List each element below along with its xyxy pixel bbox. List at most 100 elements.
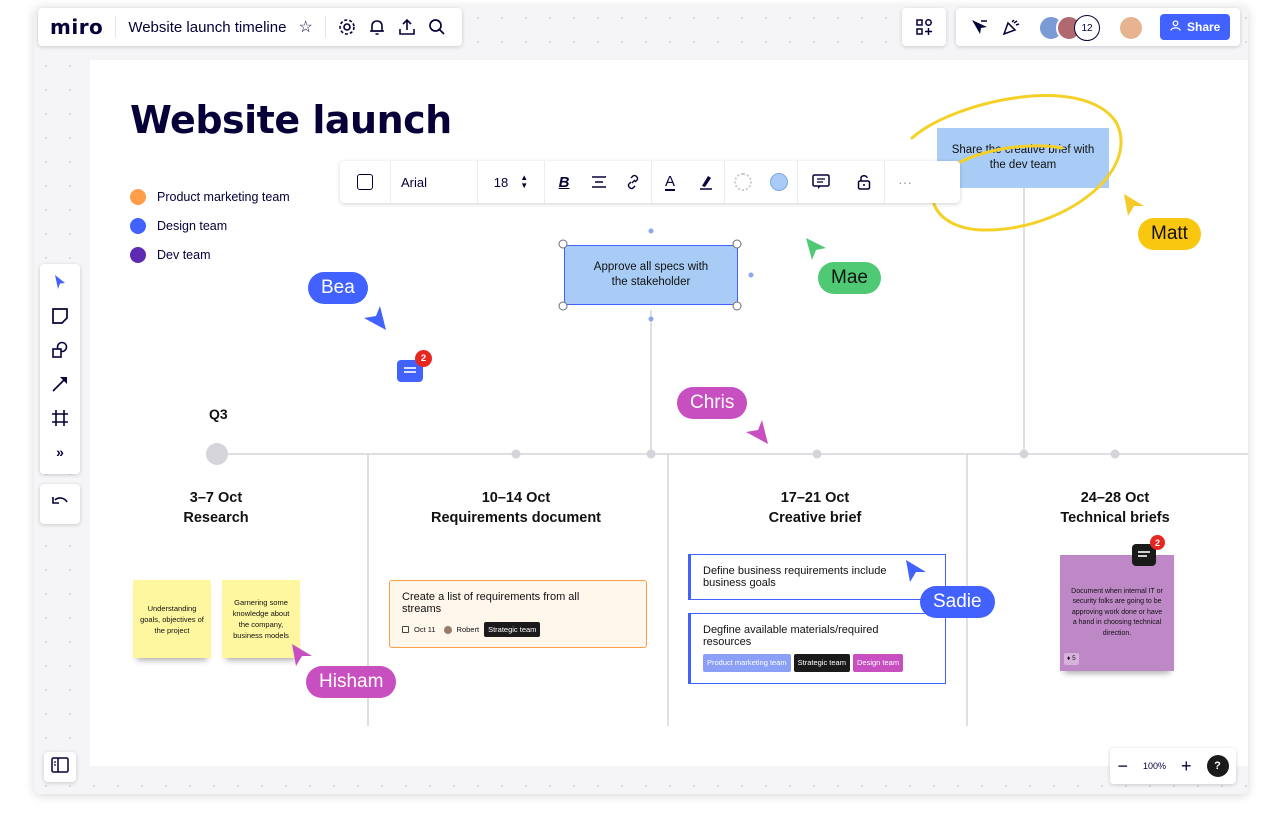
column-date: 17–21 Oct <box>780 490 850 506</box>
font-select[interactable]: Arial <box>391 161 477 203</box>
upload-icon[interactable] <box>398 18 416 36</box>
cursor-arrow-icon <box>746 420 768 444</box>
cursor-label-matt: Matt <box>1138 218 1201 250</box>
celebrate-icon[interactable] <box>1002 18 1020 36</box>
cursor-arrow-icon <box>806 238 826 260</box>
sticky-note[interactable]: Understanding goals, objectives of the p… <box>133 580 211 658</box>
zoom-level[interactable]: 100% <box>1143 761 1166 771</box>
card-assignee: Robert <box>456 625 480 634</box>
more-options-icon[interactable]: ··· <box>885 161 925 203</box>
sticky-text: Document when internal IT or security fo… <box>1071 587 1163 637</box>
sticky-note[interactable]: Garnering some knowledge about the compa… <box>222 580 300 658</box>
reaction-count: 5 <box>1072 654 1076 662</box>
card-tag: Design team <box>852 654 904 672</box>
card-text: Degfine available materials/required res… <box>703 624 879 648</box>
shapes-tool-icon[interactable] <box>48 338 72 362</box>
share-label: Share <box>1187 20 1221 34</box>
fill-color-icon[interactable] <box>761 161 797 203</box>
cursor-filter-icon[interactable] <box>970 18 988 36</box>
selection-handles[interactable] <box>552 220 762 330</box>
requirements-card[interactable]: Create a list of requirements from all s… <box>389 580 647 648</box>
bell-icon[interactable] <box>368 18 386 36</box>
highlight-icon[interactable] <box>688 161 724 203</box>
top-left-toolbar: miro Website launch timeline ☆ <box>38 8 462 46</box>
column-date: 24–28 Oct <box>1080 490 1150 506</box>
square-icon <box>357 174 373 190</box>
frame-tool-icon[interactable] <box>48 406 72 430</box>
apps-toolbar <box>902 8 946 46</box>
lock-icon[interactable] <box>844 161 884 203</box>
card-tag: Strategic team <box>793 654 850 672</box>
connector-tool-icon[interactable] <box>48 372 72 396</box>
zoom-out-icon[interactable]: − <box>1117 756 1128 777</box>
sticky-note-tool-icon[interactable] <box>48 304 72 328</box>
share-button[interactable]: Share <box>1160 14 1231 40</box>
miro-board-window: Website launch Product marketing team De… <box>34 6 1248 794</box>
cursor-label-bea: Bea <box>308 272 368 304</box>
cursor-label-chris: Chris <box>677 387 748 419</box>
zoom-controls: − 100% + ? <box>1110 748 1236 784</box>
column-title: Creative brief <box>768 510 862 526</box>
comment-badge: 2 <box>1150 535 1165 550</box>
card-tag: Product marketing team <box>703 654 791 672</box>
font-size-stepper[interactable]: 18 ▲ ▼ <box>478 161 544 203</box>
comment-icon[interactable]: 2 <box>1132 535 1165 566</box>
cursor-arrow-icon <box>1124 194 1144 216</box>
card-tag: Strategic team <box>484 622 541 637</box>
undo-icon <box>51 495 69 514</box>
bold-icon[interactable]: B <box>545 161 583 203</box>
tech-sticky-note[interactable]: Document when internal IT or security fo… <box>1060 555 1174 671</box>
miro-logo[interactable]: miro <box>50 15 103 39</box>
link-icon[interactable] <box>615 161 651 203</box>
more-tools-icon[interactable]: » <box>48 440 72 464</box>
shape-type-button[interactable] <box>340 161 390 203</box>
panel-toggle-button[interactable] <box>44 752 76 782</box>
quarter-label: Q3 <box>209 406 228 422</box>
cursor-label-mae: Mae <box>818 262 881 294</box>
board-title[interactable]: Website launch timeline <box>128 19 286 36</box>
apps-icon[interactable] <box>915 18 933 36</box>
text-color-icon[interactable]: A <box>652 161 688 203</box>
border-style-icon[interactable] <box>725 161 761 203</box>
zoom-in-icon[interactable]: + <box>1181 756 1192 777</box>
undo-button[interactable] <box>40 484 80 524</box>
card-meta: Oct 11 Robert Strategic team <box>402 622 634 637</box>
column-title: Research <box>183 510 249 526</box>
calendar-icon <box>402 626 409 633</box>
settings-icon[interactable] <box>338 18 356 36</box>
card-text: Define business requirements include bus… <box>703 565 887 589</box>
comment-add-icon[interactable] <box>798 161 844 203</box>
stepper-arrows-icon: ▲ ▼ <box>520 173 529 190</box>
column-date: 3–7 Oct <box>189 490 243 506</box>
cursor-label-sadie: Sadie <box>920 586 995 618</box>
search-icon[interactable] <box>428 18 446 36</box>
align-icon[interactable] <box>583 161 615 203</box>
card-text: Create a list of requirements from all s… <box>402 591 580 615</box>
column-header-creative: 17–21 Oct Creative brief <box>665 488 965 528</box>
creative-card[interactable]: Degfine available materials/required res… <box>688 613 946 684</box>
comment-icon[interactable]: 2 <box>397 350 432 382</box>
left-toolbar: » <box>40 264 80 474</box>
column-title: Technical briefs <box>1060 510 1170 526</box>
cursor-arrow-icon <box>292 644 312 666</box>
avatar-count[interactable]: 12 <box>1074 15 1100 41</box>
column-header-research: 3–7 Oct Research <box>66 488 366 528</box>
user-icon <box>1170 20 1181 34</box>
comment-badge: 2 <box>415 350 432 367</box>
column-header-requirements: 10–14 Oct Requirements document <box>366 488 666 528</box>
card-date: Oct 11 <box>414 625 436 634</box>
divider <box>115 16 117 38</box>
help-icon[interactable]: ? <box>1206 755 1229 777</box>
format-toolbar: Arial 18 ▲ ▼ B A ··· <box>340 161 960 203</box>
sticky-text: Understanding goals, objectives of the p… <box>140 603 204 635</box>
reaction-chip[interactable]: ♦ 5 <box>1064 652 1079 665</box>
column-date: 10–14 Oct <box>481 490 551 506</box>
select-tool-icon[interactable] <box>48 270 72 294</box>
font-size-value: 18 <box>493 174 509 190</box>
column-header-technical: 24–28 Oct Technical briefs <box>965 488 1248 528</box>
sticky-text: Garnering some knowledge about the compa… <box>232 598 290 640</box>
star-icon[interactable]: ☆ <box>298 17 312 37</box>
collaboration-toolbar: 12 Share <box>956 8 1240 46</box>
avatar[interactable] <box>1118 15 1144 41</box>
sidebar-icon <box>51 756 69 778</box>
